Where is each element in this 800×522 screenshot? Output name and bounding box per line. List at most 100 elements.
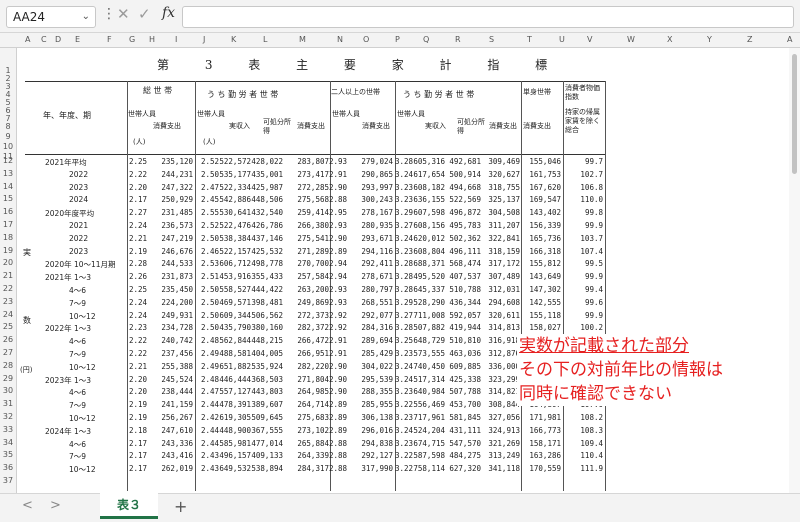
row-header[interactable]: 15 [0, 194, 16, 203]
table-cell[interactable]: 2.17 [113, 195, 147, 204]
table-cell[interactable]: 2.47 [185, 387, 219, 396]
prev-sheet-icon[interactable]: < [22, 498, 33, 513]
table-cell[interactable]: 325,137 [486, 195, 520, 204]
table-cell[interactable]: 585,981 [217, 439, 251, 448]
table-cell[interactable]: 605,316 [411, 157, 445, 166]
table-cell[interactable]: 640,984 [411, 387, 445, 396]
column-header[interactable]: Y [707, 35, 712, 44]
table-cell[interactable]: 2.26 [113, 272, 147, 281]
row-header[interactable]: 35 [0, 450, 16, 459]
table-cell[interactable]: 510,788 [447, 285, 481, 294]
table-cell[interactable]: 463,036 [447, 349, 481, 358]
table-cell[interactable]: 2.90 [313, 183, 347, 192]
table-cell[interactable]: 2.91 [313, 349, 347, 358]
table-cell[interactable]: 169,547 [527, 195, 561, 204]
column-header[interactable]: C [41, 35, 47, 44]
table-cell[interactable]: 336,000 [486, 362, 520, 371]
table-cell[interactable]: 432,540 [249, 208, 283, 217]
column-header[interactable]: T [527, 35, 532, 44]
table-cell[interactable]: 3.29 [379, 208, 413, 217]
table-cell[interactable]: 620,012 [411, 234, 445, 243]
column-header[interactable]: M [299, 35, 306, 44]
table-cell[interactable]: 2.93 [313, 221, 347, 230]
table-cell[interactable]: 309,469 [486, 157, 520, 166]
row-header[interactable]: 25 [0, 322, 16, 331]
table-cell[interactable]: 2.90 [313, 375, 347, 384]
table-cell[interactable]: 158,171 [527, 439, 561, 448]
row-header[interactable]: 23 [0, 297, 16, 306]
table-cell[interactable]: 2.89 [313, 413, 347, 422]
table-cell[interactable]: 307,489 [486, 272, 520, 281]
chevron-down-icon[interactable]: ⌄ [82, 7, 90, 27]
table-cell[interactable]: 509,645 [249, 413, 283, 422]
table-cell[interactable]: 484,275 [447, 451, 481, 460]
column-header[interactable]: P [395, 35, 400, 44]
column-header[interactable]: A [787, 35, 792, 44]
table-cell[interactable]: 3.24 [379, 362, 413, 371]
table-cell[interactable]: 469,571 [217, 298, 251, 307]
table-cell[interactable]: 2.21 [113, 362, 147, 371]
row-header[interactable]: 32 [0, 412, 16, 421]
table-cell[interactable]: 2.49 [185, 362, 219, 371]
row-header[interactable]: 36 [0, 463, 16, 472]
scrollbar-thumb[interactable] [792, 54, 797, 174]
table-cell[interactable]: 3.24 [379, 375, 413, 384]
table-cell[interactable]: 102.7 [569, 170, 603, 179]
row-header[interactable]: 30 [0, 386, 16, 395]
table-cell[interactable]: 158,027 [527, 323, 561, 332]
table-cell[interactable]: 2.22 [113, 336, 147, 345]
table-cell[interactable]: 170,559 [527, 464, 561, 473]
column-header[interactable]: L [263, 35, 267, 44]
vertical-scrollbar[interactable] [789, 48, 800, 493]
row-header[interactable]: 22 [0, 284, 16, 293]
row-header[interactable]: 33 [0, 425, 16, 434]
table-cell[interactable]: 2.50 [185, 170, 219, 179]
table-cell[interactable]: 436,344 [447, 298, 481, 307]
table-cell[interactable]: 2.24 [113, 311, 147, 320]
table-cell[interactable]: 2.17 [113, 451, 147, 460]
table-cell[interactable]: 320,611 [486, 311, 520, 320]
table-cell[interactable]: 435,790 [217, 323, 251, 332]
table-cell[interactable]: 407,537 [447, 272, 481, 281]
table-cell[interactable]: 2.94 [313, 259, 347, 268]
table-cell[interactable]: 2.49 [185, 349, 219, 358]
table-cell[interactable]: 453,700 [447, 400, 481, 409]
table-cell[interactable]: 2.22 [113, 349, 147, 358]
table-cell[interactable]: 608,156 [411, 221, 445, 230]
table-cell[interactable]: 2.50 [185, 311, 219, 320]
row-header[interactable]: 26 [0, 335, 16, 344]
table-cell[interactable]: 99.5 [569, 259, 603, 268]
table-cell[interactable]: 99.9 [569, 272, 603, 281]
table-cell[interactable]: 568,474 [447, 259, 481, 268]
table-cell[interactable]: 2.47 [185, 183, 219, 192]
table-cell[interactable]: 522,157 [217, 247, 251, 256]
table-cell[interactable]: 2.93 [313, 285, 347, 294]
table-cell[interactable]: 99.9 [569, 311, 603, 320]
next-sheet-icon[interactable]: > [50, 498, 61, 513]
table-cell[interactable]: 2.92 [313, 311, 347, 320]
table-cell[interactable]: 312,876 [486, 349, 520, 358]
table-cell[interactable]: 535,177 [217, 170, 251, 179]
row-header[interactable]: 34 [0, 438, 16, 447]
table-cell[interactable]: 547,570 [447, 439, 481, 448]
table-cell[interactable]: 167,620 [527, 183, 561, 192]
table-cell[interactable]: 2.52 [185, 221, 219, 230]
table-cell[interactable]: 320,627 [486, 170, 520, 179]
table-cell[interactable]: 103.7 [569, 234, 603, 243]
column-header[interactable]: D [55, 35, 61, 44]
sheet-grid[interactable]: 第 3 表 主 要 家 計 指 標 年、年度、期 総 世 帯 う ち 勤 労 者… [17, 48, 800, 493]
column-header[interactable]: I [175, 35, 177, 44]
table-cell[interactable]: 2.93 [313, 298, 347, 307]
table-cell[interactable]: 609,885 [447, 362, 481, 371]
column-header[interactable]: Z [747, 35, 752, 44]
column-header[interactable]: V [587, 35, 592, 44]
table-cell[interactable]: 498,778 [249, 259, 283, 268]
table-cell[interactable]: 2.88 [313, 451, 347, 460]
column-header[interactable]: H [149, 35, 155, 44]
table-cell[interactable]: 443,803 [249, 387, 283, 396]
table-cell[interactable]: 318,755 [486, 183, 520, 192]
table-cell[interactable]: 535,924 [249, 362, 283, 371]
table-cell[interactable]: 166,318 [527, 247, 561, 256]
table-cell[interactable]: 2.18 [113, 426, 147, 435]
table-cell[interactable]: 425,532 [249, 247, 283, 256]
